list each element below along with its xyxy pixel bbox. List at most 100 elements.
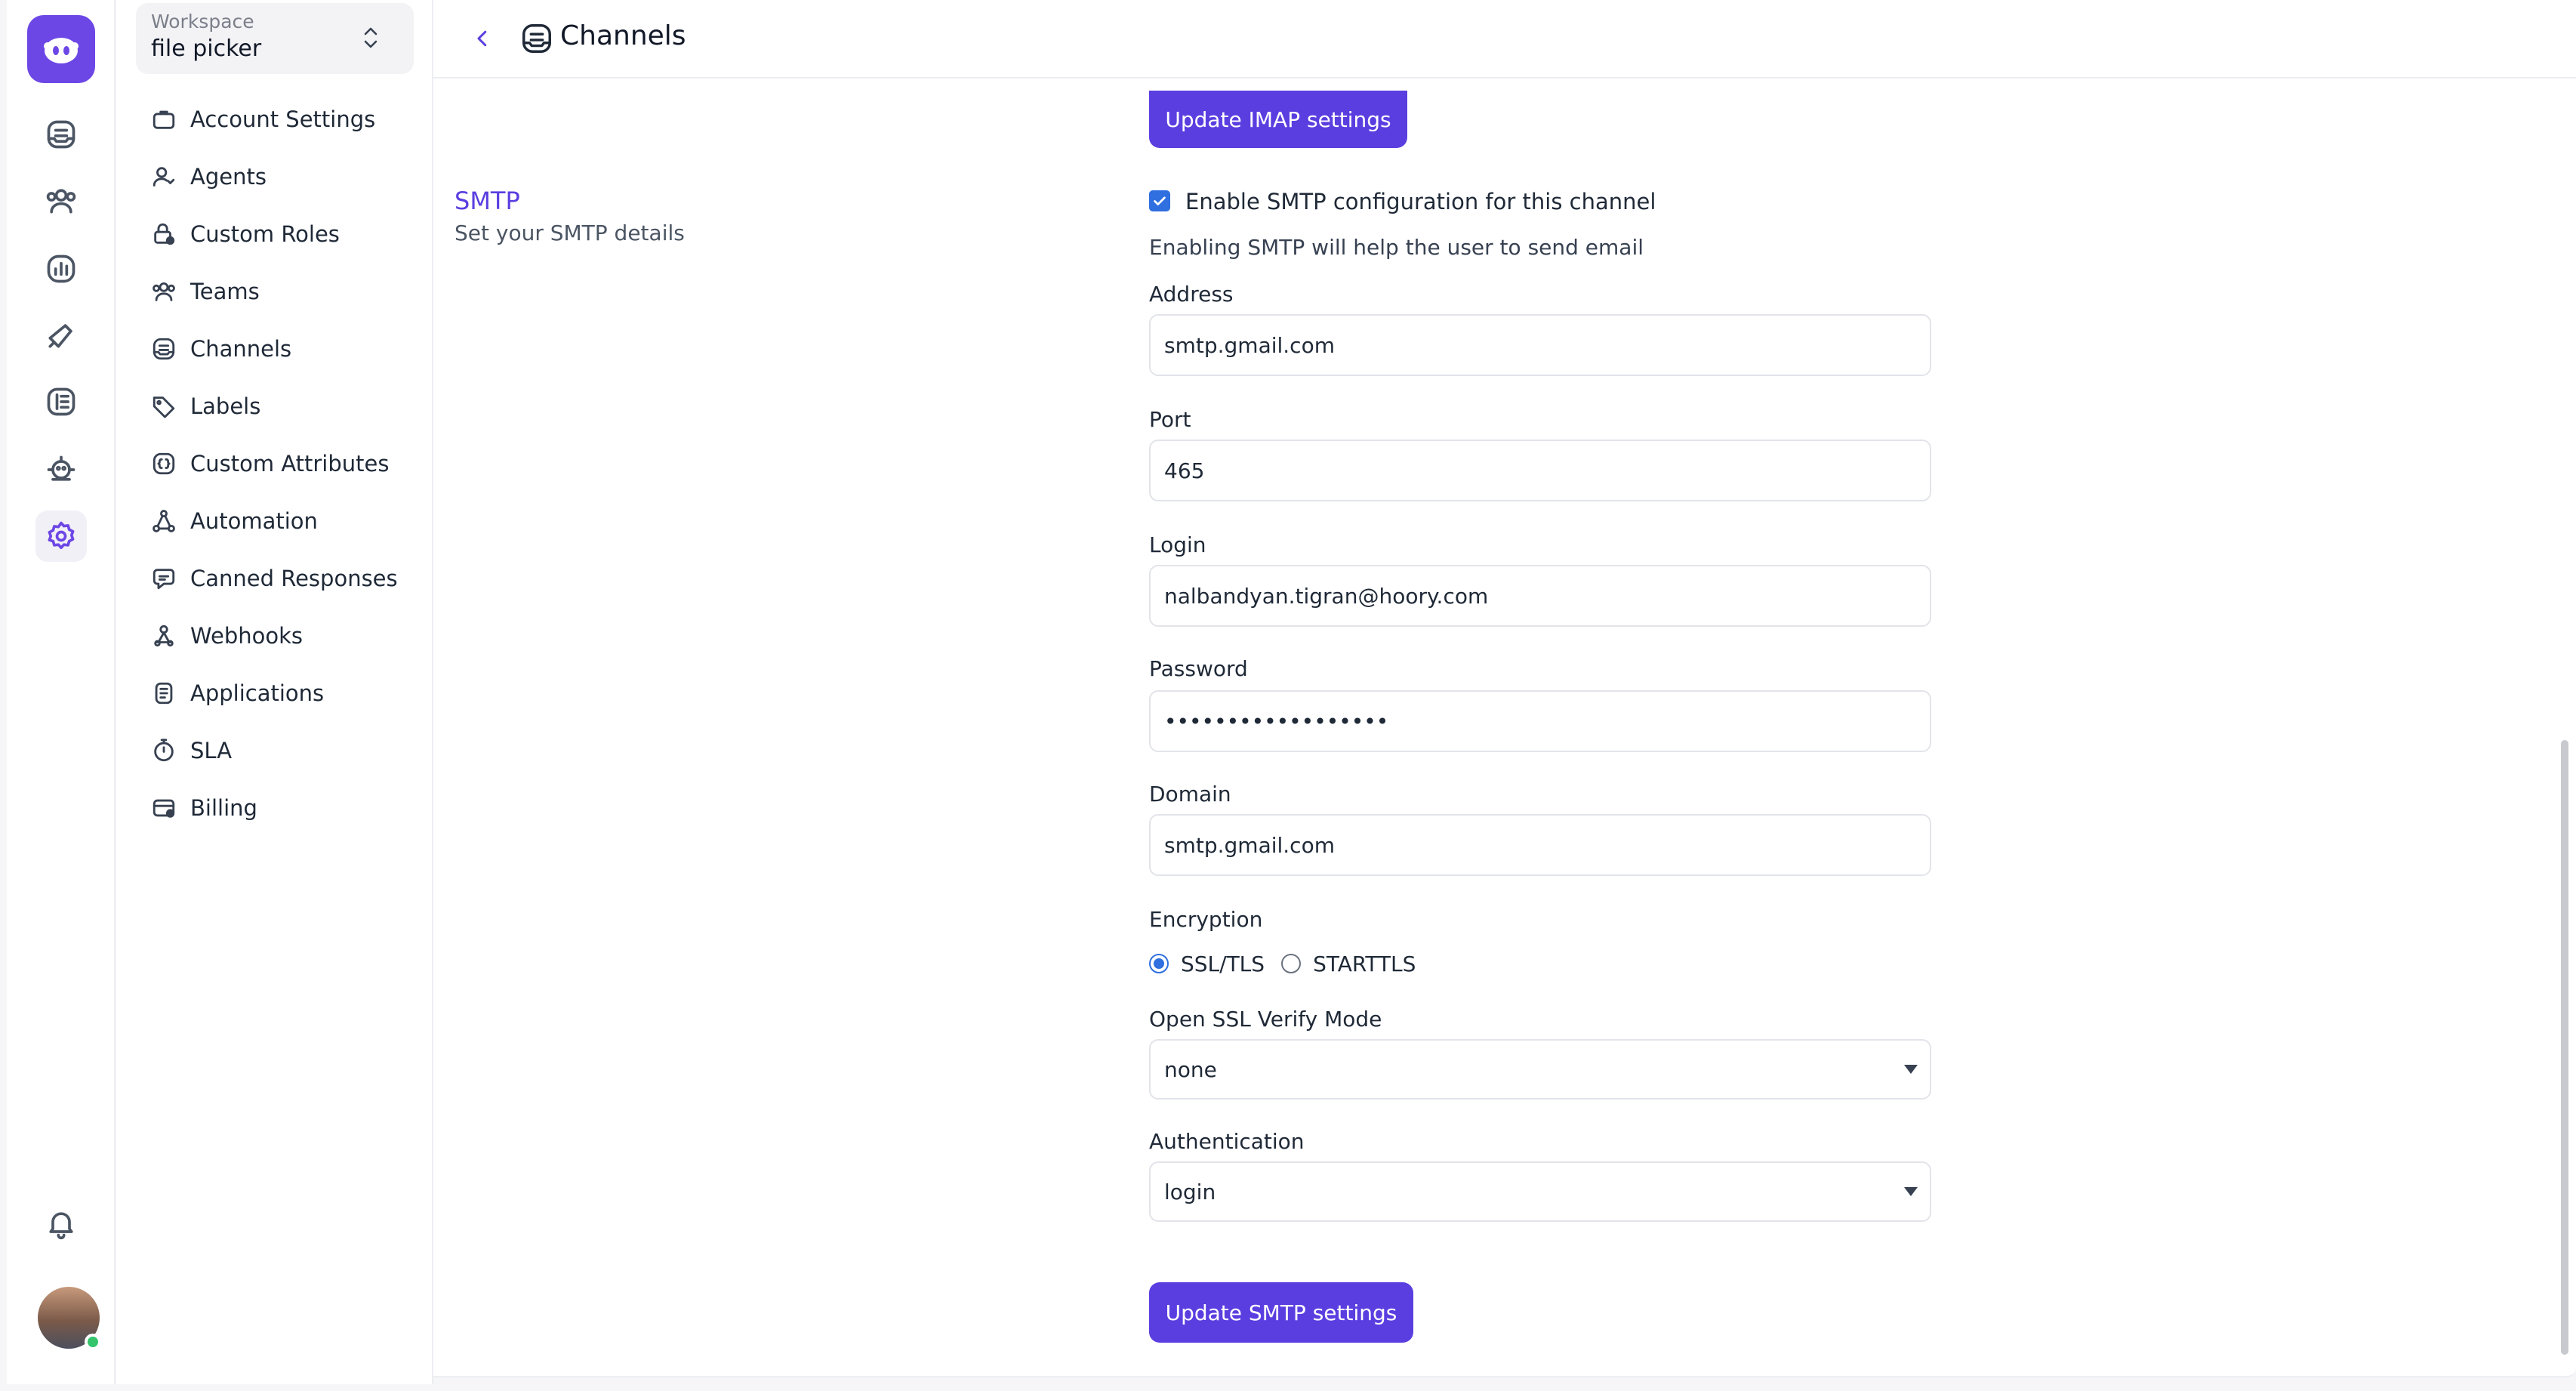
sidebar-item-label: Agents — [190, 164, 267, 190]
reports-icon — [47, 254, 75, 283]
encryption-label: Encryption — [1149, 907, 1263, 932]
back-button[interactable] — [465, 21, 500, 56]
chat-bubble-icon — [153, 569, 175, 590]
bot-logo-icon — [44, 38, 79, 63]
sidebar-item-webhooks[interactable]: Webhooks — [136, 607, 414, 665]
scrollbar-thumb[interactable] — [2561, 740, 2568, 1355]
caret-down-icon — [1904, 1065, 1918, 1074]
online-status-dot — [85, 1334, 101, 1350]
sidebar-item-sla[interactable]: SLA — [136, 722, 414, 779]
update-imap-settings-button[interactable]: Update IMAP settings — [1149, 91, 1407, 148]
chevron-left-icon — [477, 30, 487, 47]
address-input[interactable] — [1149, 314, 1931, 376]
sidebar-item-label: Labels — [190, 393, 261, 419]
sidebar-item-automation[interactable]: Automation — [136, 492, 414, 550]
bell-icon — [49, 1212, 73, 1240]
password-input[interactable] — [1149, 690, 1931, 752]
icon-rail — [7, 0, 116, 1384]
user-avatar[interactable] — [38, 1287, 101, 1350]
main-panel: Channels Update IMAP settings SMTP Set y… — [433, 0, 2576, 1377]
sidebar-item-custom-roles[interactable]: Custom Roles — [136, 205, 414, 263]
sidebar-item-label: Teams — [190, 279, 260, 304]
ssl-verify-mode-label: Open SSL Verify Mode — [1149, 1007, 1382, 1032]
smtp-section-description: Set your SMTP details — [454, 221, 685, 245]
sidebar-item-labels[interactable]: Labels — [136, 378, 414, 435]
contacts-icon — [46, 189, 76, 214]
credit-card-icon — [153, 799, 175, 818]
webhook-icon — [154, 625, 174, 647]
sidebar-item-label: Canned Responses — [190, 566, 398, 591]
workspace-switcher[interactable]: Workspace file picker — [136, 3, 414, 74]
sidebar-item-label: Webhooks — [190, 623, 303, 649]
sidebar-item-teams[interactable]: Teams — [136, 263, 414, 320]
enable-smtp-label: Enable SMTP configuration for this chann… — [1185, 189, 1656, 214]
authentication-label: Authentication — [1149, 1129, 1305, 1154]
rail-settings-button[interactable] — [35, 510, 87, 562]
sidebar-item-label: Channels — [190, 336, 292, 362]
sidebar-item-label: Custom Attributes — [190, 451, 390, 477]
inbox-icon — [47, 120, 75, 149]
sidebar-item-channels[interactable]: Channels — [136, 320, 414, 378]
update-smtp-settings-button[interactable]: Update SMTP settings — [1149, 1282, 1413, 1343]
sidebar-item-label: Custom Roles — [190, 221, 340, 247]
caret-down-icon — [1904, 1187, 1918, 1196]
ssl-tls-radio[interactable] — [1149, 954, 1169, 973]
page-title: Channels — [560, 20, 686, 51]
smtp-help-text: Enabling SMTP will help the user to send… — [1149, 235, 1644, 260]
checkmark-icon — [1154, 196, 1166, 205]
rail-inbox-button[interactable] — [35, 109, 87, 160]
lock-icon — [154, 223, 175, 245]
workflow-icon — [153, 510, 175, 532]
encryption-radio-group: SSL/TLS STARTTLS — [1149, 948, 1432, 979]
smtp-section-title: SMTP — [454, 187, 520, 215]
port-input[interactable] — [1149, 440, 1931, 501]
megaphone-icon — [48, 324, 72, 348]
starttls-label: STARTTLS — [1313, 951, 1416, 976]
inbox-icon — [153, 338, 175, 360]
rail-contacts-button[interactable] — [35, 175, 87, 227]
robot-icon — [47, 455, 75, 481]
starttls-radio[interactable] — [1281, 954, 1302, 973]
password-label: Password — [1149, 656, 1248, 681]
app-logo[interactable] — [27, 15, 95, 83]
briefcase-icon — [153, 110, 175, 129]
sidebar-item-account-settings[interactable]: Account Settings — [136, 91, 414, 148]
sidebar-item-custom-attributes[interactable]: Custom Attributes — [136, 435, 414, 492]
authentication-select[interactable]: login — [1149, 1161, 1931, 1222]
user-icon — [153, 167, 175, 187]
settings-sidebar: Workspace file picker Account Settings A… — [116, 0, 433, 1384]
sidebar-item-billing[interactable]: Billing — [136, 779, 414, 837]
rail-campaigns-button[interactable] — [35, 310, 87, 361]
sidebar-item-canned-responses[interactable]: Canned Responses — [136, 550, 414, 607]
chevron-up-down-icon — [364, 27, 377, 48]
settings-nav: Account Settings Agents Custom Roles Tea… — [136, 91, 414, 837]
sidebar-item-label: Account Settings — [190, 106, 376, 132]
rail-notifications-button[interactable] — [35, 1198, 87, 1249]
ssl-verify-mode-value: none — [1164, 1056, 1217, 1082]
app-icon — [155, 682, 173, 705]
sidebar-item-agents[interactable]: Agents — [136, 148, 414, 205]
brackets-icon — [153, 452, 175, 475]
gear-icon — [48, 521, 75, 550]
enable-smtp-checkbox[interactable] — [1149, 190, 1170, 211]
page-header: Channels — [433, 0, 2576, 79]
ssl-verify-mode-select[interactable]: none — [1149, 1039, 1931, 1100]
authentication-value: login — [1164, 1179, 1216, 1204]
sidebar-item-label: SLA — [190, 738, 233, 763]
domain-input[interactable] — [1149, 814, 1931, 876]
tag-icon — [153, 396, 175, 418]
rail-reports-button[interactable] — [35, 243, 87, 295]
sidebar-item-label: Automation — [190, 508, 318, 534]
login-label: Login — [1149, 532, 1206, 557]
sidebar-item-applications[interactable]: Applications — [136, 665, 414, 722]
rail-captain-button[interactable] — [35, 444, 87, 495]
sidebar-item-label: Billing — [190, 795, 257, 821]
port-label: Port — [1149, 407, 1191, 432]
rail-library-button[interactable] — [35, 376, 87, 427]
login-input[interactable] — [1149, 565, 1931, 627]
library-icon — [47, 387, 75, 416]
domain-label: Domain — [1149, 782, 1231, 807]
users-icon — [153, 282, 175, 301]
timer-icon — [154, 739, 174, 762]
address-label: Address — [1149, 282, 1234, 307]
